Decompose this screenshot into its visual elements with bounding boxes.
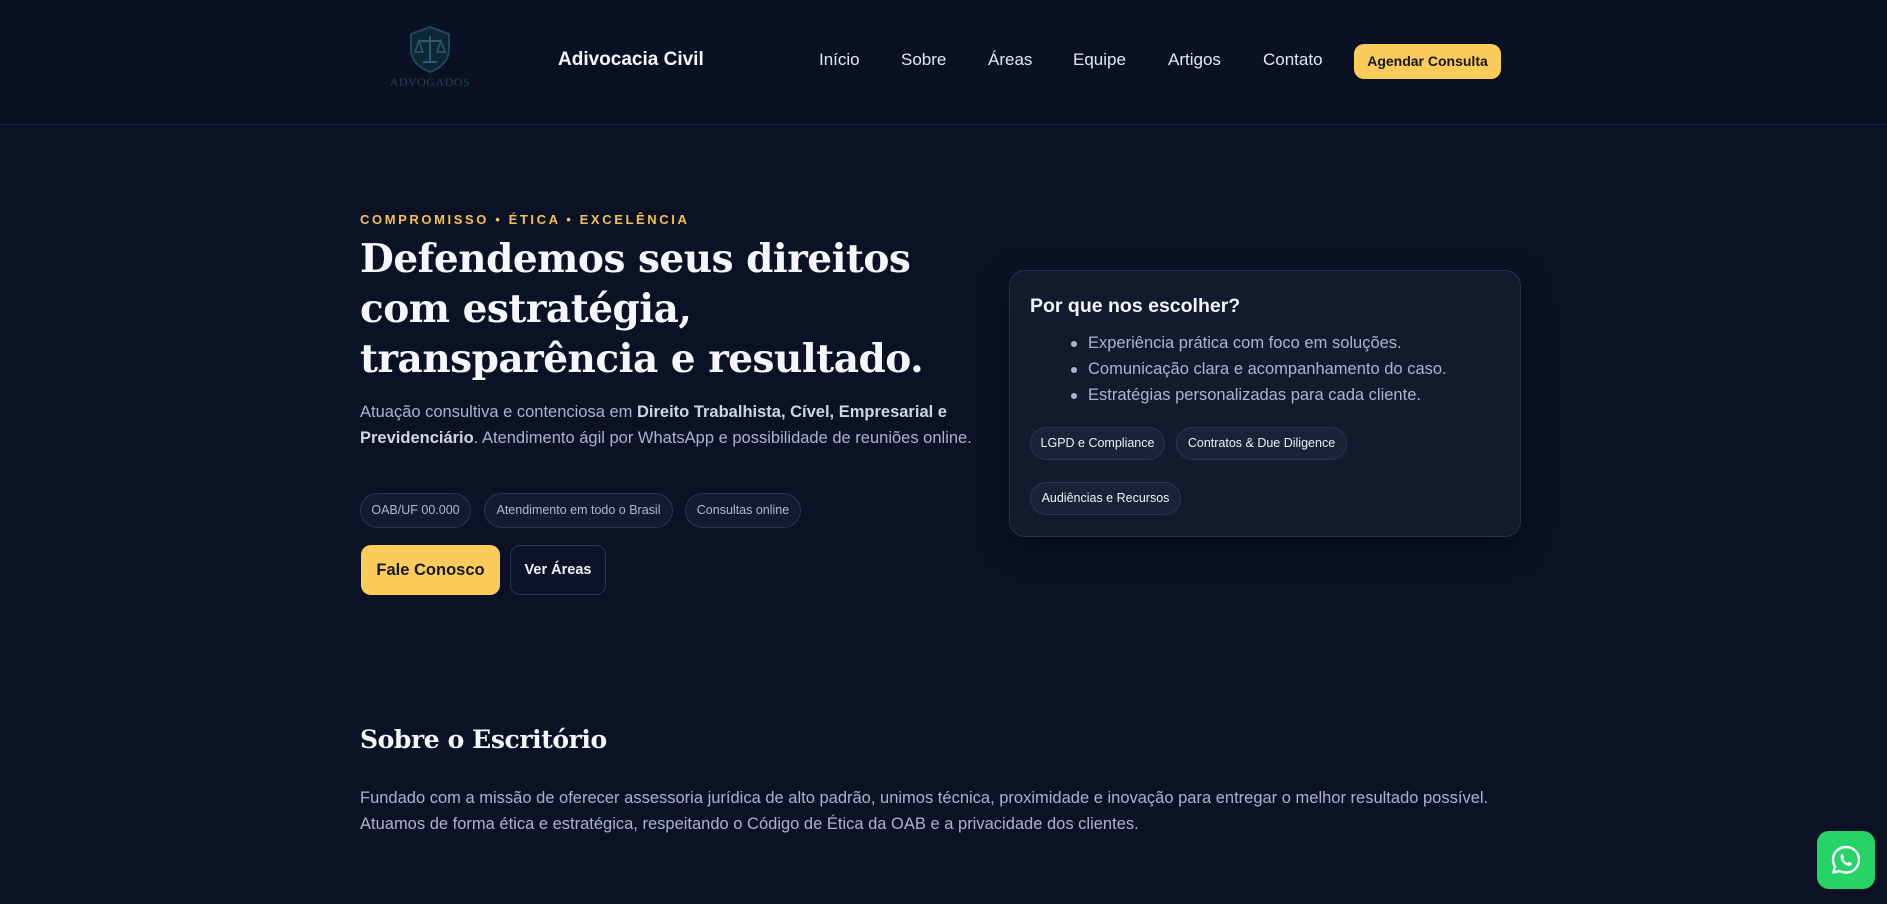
- chip-oab: OAB/UF 00.000: [360, 493, 471, 528]
- logo-text: ADVOGADOS: [389, 75, 471, 89]
- chip-atendimento: Atendimento em todo o Brasil: [484, 493, 673, 528]
- hero-desc-text-end: . Atendimento ágil por WhatsApp e possib…: [473, 428, 972, 447]
- scales-shield-icon: [410, 25, 450, 74]
- nav-sobre[interactable]: Sobre: [901, 50, 946, 70]
- logo[interactable]: ADVOGADOS: [388, 24, 472, 96]
- contact-button[interactable]: Fale Conosco: [361, 545, 500, 595]
- list-item: Estratégias personalizadas para cada cli…: [1071, 382, 1447, 408]
- list-item: Comunicação clara e acompanhamento do ca…: [1071, 356, 1447, 382]
- view-areas-button[interactable]: Ver Áreas: [510, 545, 606, 595]
- whatsapp-icon: [1831, 845, 1861, 874]
- nav-areas[interactable]: Áreas: [988, 50, 1032, 70]
- brand-name[interactable]: Adivocacia Civil: [558, 49, 704, 71]
- site-header: ADVOGADOS Adivocacia Civil Início Sobre …: [0, 0, 1887, 125]
- about-text: Fundado com a missão de oferecer assesso…: [360, 789, 1489, 833]
- hero-description: Atuação consultiva e contenciosa em Dire…: [360, 400, 980, 451]
- nav-contato[interactable]: Contato: [1263, 50, 1323, 70]
- tag-contratos: Contratos & Due Diligence: [1176, 427, 1347, 460]
- hero-desc-text: Atuação consultiva e contenciosa em: [360, 403, 637, 421]
- reasons-list: Experiência prática com foco em soluções…: [1071, 330, 1447, 408]
- list-item: Experiência prática com foco em soluções…: [1071, 330, 1447, 356]
- hero-title: Defendemos seus direitos com estratégia,…: [360, 236, 924, 382]
- tag-audiencias: Audiências e Recursos: [1030, 482, 1181, 515]
- nav-artigos[interactable]: Artigos: [1168, 50, 1221, 70]
- about-title: Sobre o Escritório: [360, 725, 607, 754]
- tag-lgpd: LGPD e Compliance: [1030, 427, 1165, 460]
- whatsapp-button[interactable]: [1817, 831, 1875, 889]
- schedule-consultation-button[interactable]: Agendar Consulta: [1354, 44, 1501, 79]
- chip-consultas: Consultas online: [685, 493, 801, 528]
- nav-equipe[interactable]: Equipe: [1073, 50, 1126, 70]
- nav-inicio[interactable]: Início: [819, 50, 860, 70]
- hero-eyebrow: COMPROMISSO • ÉTICA • EXCELÊNCIA: [360, 212, 690, 227]
- card-title: Por que nos escolher?: [1030, 295, 1241, 317]
- why-choose-card: Por que nos escolher? Experiência prátic…: [1009, 270, 1521, 537]
